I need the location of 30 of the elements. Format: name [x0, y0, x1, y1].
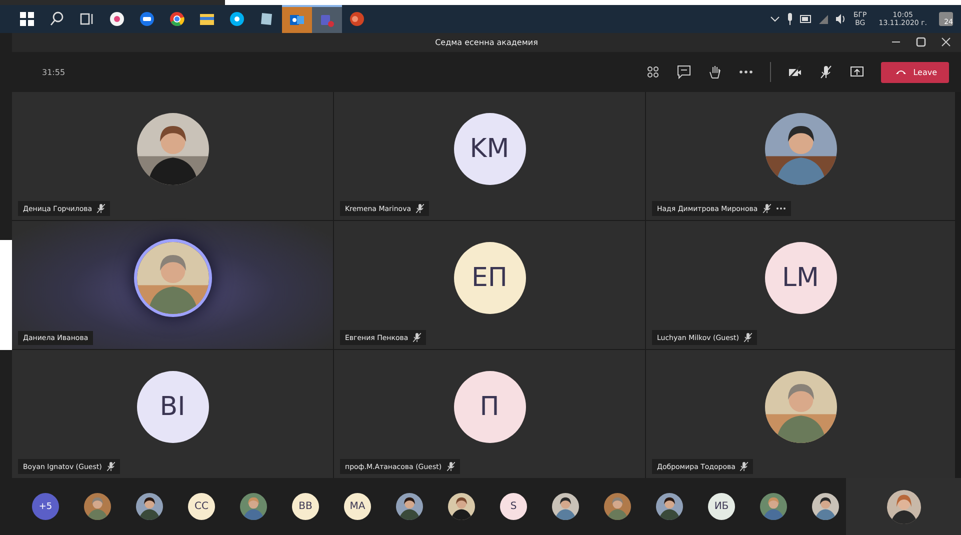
leave-button[interactable]: Leave	[881, 62, 949, 82]
phone-icon	[895, 69, 908, 75]
battery-icon[interactable]	[800, 15, 812, 23]
initials-avatar: BB	[292, 493, 319, 520]
initials-avatar: S	[500, 493, 527, 520]
raise-hand-icon[interactable]	[708, 65, 722, 79]
volume-icon[interactable]	[835, 14, 848, 24]
close-icon[interactable]	[941, 37, 951, 47]
chat-icon[interactable]	[677, 65, 692, 79]
camera-off-icon[interactable]	[788, 65, 802, 79]
window-title: Седма есенна академия	[435, 38, 538, 47]
initials-avatar: LM	[764, 242, 836, 314]
share-screen-icon[interactable]	[850, 65, 864, 79]
chevron-icon[interactable]	[770, 14, 780, 24]
more-options-icon[interactable]	[739, 70, 754, 74]
more-options-icon[interactable]	[776, 207, 786, 210]
microphone-off-icon[interactable]	[819, 65, 834, 79]
initials-avatar: BI	[136, 371, 208, 443]
initials-avatar: ЕП	[454, 242, 526, 314]
initials-avatar: ИБ	[708, 493, 735, 520]
call-timer: 31:55	[42, 68, 66, 76]
initials-avatar: KM	[454, 113, 526, 185]
overflow-count[interactable]: +5	[32, 493, 59, 520]
microphone-icon[interactable]	[786, 13, 794, 25]
participants-icon[interactable]	[646, 65, 660, 79]
initials-avatar: П	[454, 371, 526, 443]
initials-avatar: MA	[344, 493, 371, 520]
initials-avatar: CC	[188, 493, 215, 520]
maximize-icon[interactable]	[916, 37, 926, 47]
wifi-icon[interactable]	[818, 14, 830, 24]
